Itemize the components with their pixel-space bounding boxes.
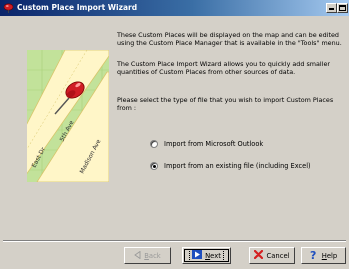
next-button-label: ext [210, 251, 221, 260]
map-illustration: East Dr 5th Ave Madison Ave [27, 50, 109, 182]
window-title: Custom Place Import Wizard [17, 3, 138, 12]
cancel-button-label: Cancel [266, 251, 290, 260]
cancel-button[interactable]: Cancel [249, 247, 295, 264]
wizard-window: Custom Place Import Wizard East Dr 5th A… [0, 0, 349, 269]
instruction-paragraph: Please select the type of file that you … [117, 96, 334, 112]
description-paragraph: The Custom Place Import Wizard allows yo… [117, 60, 331, 76]
minimize-button[interactable] [326, 3, 337, 13]
option-existing-file-label: Import from an existing file (including … [164, 162, 311, 170]
svg-text:?: ? [310, 250, 316, 260]
next-button[interactable]: Next [182, 247, 231, 264]
option-outlook-label: Import from Microsoft Outlook [164, 140, 264, 148]
back-arrow-icon [134, 250, 141, 261]
help-button-label: elp [326, 251, 338, 260]
radio-existing-file[interactable] [150, 162, 158, 170]
cancel-x-icon [254, 249, 264, 261]
maximize-button[interactable] [337, 3, 348, 13]
button-separator [3, 240, 346, 242]
intro-paragraph: These Custom Places will be displayed on… [117, 31, 342, 47]
back-button[interactable]: Back [124, 247, 171, 264]
option-outlook[interactable]: Import from Microsoft Outlook [150, 139, 263, 149]
help-button[interactable]: ? Help [301, 247, 346, 264]
back-button-label: ack [148, 251, 161, 260]
option-existing-file[interactable]: Import from an existing file (including … [150, 161, 311, 171]
help-question-icon: ? [310, 249, 319, 262]
radio-outlook[interactable] [150, 140, 158, 148]
title-bar[interactable]: Custom Place Import Wizard [0, 0, 349, 16]
map-pin-icon [3, 3, 14, 13]
next-arrow-icon [192, 250, 203, 261]
